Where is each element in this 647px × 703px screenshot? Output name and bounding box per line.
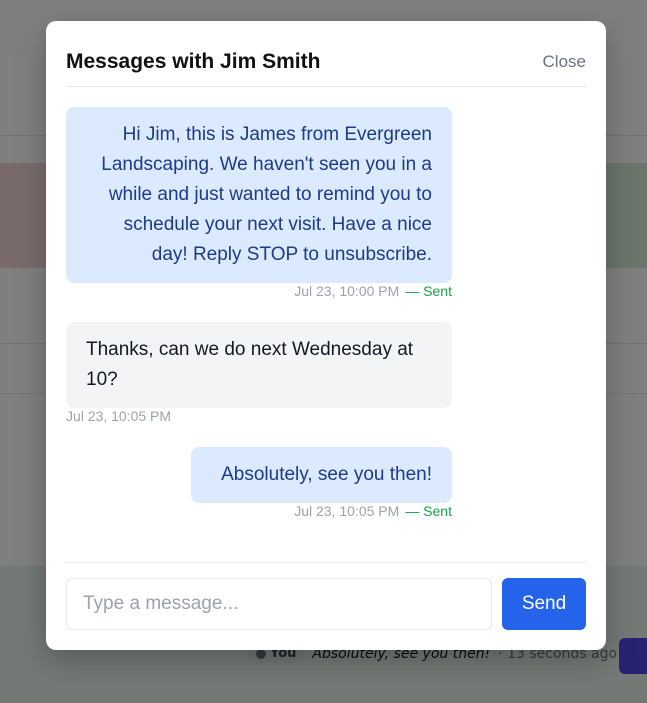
message-meta: Jul 23, 10:05 PM — [66, 408, 171, 424]
message-time: Jul 23, 10:00 PM — [294, 283, 400, 299]
message-bubble-outgoing: Absolutely, see you then! — [191, 447, 452, 503]
message-meta: Jul 23, 10:00 PM — Sent — [294, 283, 452, 299]
message-composer: Send — [66, 562, 586, 630]
modal-title: Messages with Jim Smith — [66, 49, 321, 73]
message-bubble-incoming: Thanks, can we do next Wednesday at 10? — [66, 322, 452, 408]
message-meta: Jul 23, 10:05 PM — Sent — [294, 503, 452, 519]
message-bubble-outgoing: Hi Jim, this is James from Evergreen Lan… — [66, 107, 452, 283]
send-button[interactable]: Send — [502, 578, 586, 630]
message-time: Jul 23, 10:05 PM — [294, 503, 400, 519]
message-status: — Sent — [405, 283, 452, 299]
messages-modal: Messages with Jim Smith Close Hi Jim, th… — [46, 21, 606, 650]
message-input[interactable] — [66, 578, 492, 630]
message-status: — Sent — [405, 503, 452, 519]
message-time: Jul 23, 10:05 PM — [66, 408, 172, 424]
close-button[interactable]: Close — [543, 52, 586, 72]
modal-header: Messages with Jim Smith Close — [66, 45, 586, 87]
